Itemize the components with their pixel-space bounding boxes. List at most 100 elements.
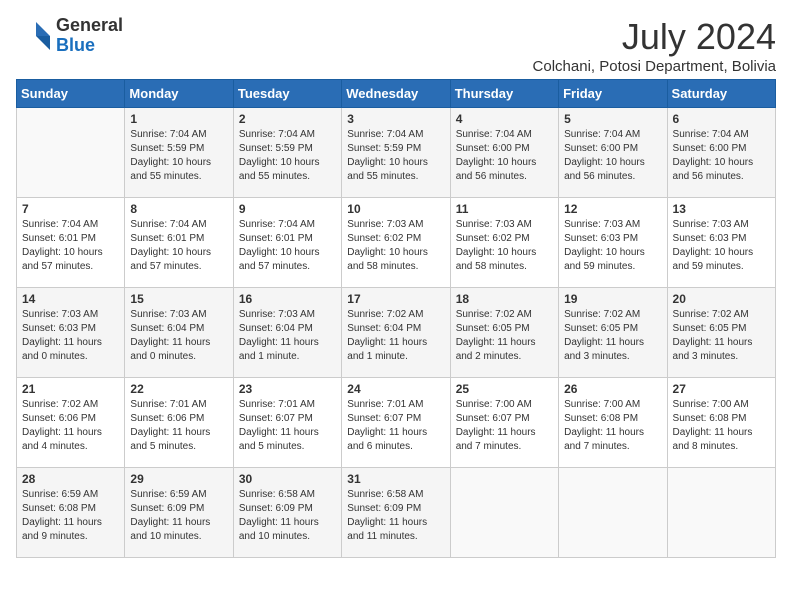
calendar-cell: 25Sunrise: 7:00 AMSunset: 6:07 PMDayligh… <box>450 378 558 468</box>
weekday-header-sunday: Sunday <box>17 80 125 108</box>
day-info: Sunrise: 7:04 AMSunset: 5:59 PMDaylight:… <box>239 128 336 184</box>
day-info: Sunrise: 7:04 AMSunset: 6:01 PMDaylight:… <box>239 218 336 274</box>
week-row-5: 28 Sunrise: 6:59 AMSunset: 6:08 PMDayligh… <box>17 468 776 558</box>
calendar-cell: 4 Sunrise: 7:04 AMSunset: 6:00 PMDaylight… <box>450 108 558 198</box>
calendar-cell <box>667 468 775 558</box>
day-number: 25 <box>456 382 553 396</box>
day-number: 12 <box>564 202 661 216</box>
weekday-header-saturday: Saturday <box>667 80 775 108</box>
day-info: Sunrise: 7:01 AMSunset: 6:07 PMDaylight:… <box>347 398 444 454</box>
logo-text: General Blue <box>56 16 123 56</box>
day-info: Sunrise: 7:03 AMSunset: 6:02 PMDaylight:… <box>347 218 444 274</box>
day-number: 29 <box>130 472 227 486</box>
day-info: Sunrise: 7:00 AMSunset: 6:08 PMDaylight:… <box>564 398 661 454</box>
calendar-cell <box>450 468 558 558</box>
day-info: Sunrise: 7:02 AMSunset: 6:05 PMDaylight:… <box>564 308 661 364</box>
page-header: General Blue July 2024 Colchani, Potosi … <box>16 16 776 75</box>
day-number: 5 <box>564 112 661 126</box>
day-number: 18 <box>456 292 553 306</box>
calendar-cell: 17 Sunrise: 7:02 AMSunset: 6:04 PMDayligh… <box>342 288 450 378</box>
day-info: Sunrise: 6:59 AMSunset: 6:09 PMDaylight:… <box>130 488 227 544</box>
day-number: 16 <box>239 292 336 306</box>
day-number: 11 <box>456 202 553 216</box>
day-info: Sunrise: 7:02 AMSunset: 6:04 PMDaylight:… <box>347 308 444 364</box>
week-row-4: 21 Sunrise: 7:02 AMSunset: 6:06 PMDayligh… <box>17 378 776 468</box>
calendar-cell: 21 Sunrise: 7:02 AMSunset: 6:06 PMDayligh… <box>17 378 125 468</box>
day-number: 30 <box>239 472 336 486</box>
logo-blue: Blue <box>56 36 123 56</box>
calendar-cell: 22Sunrise: 7:01 AMSunset: 6:06 PMDayligh… <box>125 378 233 468</box>
weekday-header-monday: Monday <box>125 80 233 108</box>
calendar-cell: 3 Sunrise: 7:04 AMSunset: 5:59 PMDaylight… <box>342 108 450 198</box>
day-number: 21 <box>22 382 119 396</box>
day-number: 2 <box>239 112 336 126</box>
day-number: 8 <box>130 202 227 216</box>
day-number: 6 <box>673 112 770 126</box>
day-info: Sunrise: 7:03 AMSunset: 6:03 PMDaylight:… <box>22 308 119 364</box>
calendar-cell: 26 Sunrise: 7:00 AMSunset: 6:08 PMDayligh… <box>559 378 667 468</box>
calendar-cell: 30 Sunrise: 6:58 AMSunset: 6:09 PMDayligh… <box>233 468 341 558</box>
day-info: Sunrise: 7:03 AMSunset: 6:04 PMDaylight:… <box>130 308 227 364</box>
week-row-1: 1Sunrise: 7:04 AMSunset: 5:59 PMDaylight… <box>17 108 776 198</box>
logo-icon <box>16 18 52 54</box>
title-area: July 2024 Colchani, Potosi Department, B… <box>533 16 776 75</box>
calendar-cell: 10 Sunrise: 7:03 AMSunset: 6:02 PMDayligh… <box>342 198 450 288</box>
calendar-cell: 7 Sunrise: 7:04 AMSunset: 6:01 PMDaylight… <box>17 198 125 288</box>
day-number: 26 <box>564 382 661 396</box>
day-info: Sunrise: 7:01 AMSunset: 6:06 PMDaylight:… <box>130 398 227 454</box>
weekday-header-tuesday: Tuesday <box>233 80 341 108</box>
calendar-cell: 11 Sunrise: 7:03 AMSunset: 6:02 PMDayligh… <box>450 198 558 288</box>
day-number: 19 <box>564 292 661 306</box>
day-info: Sunrise: 7:04 AMSunset: 6:01 PMDaylight:… <box>22 218 119 274</box>
day-number: 3 <box>347 112 444 126</box>
calendar-cell: 12 Sunrise: 7:03 AMSunset: 6:03 PMDayligh… <box>559 198 667 288</box>
day-info: Sunrise: 7:00 AMSunset: 6:08 PMDaylight:… <box>673 398 770 454</box>
day-number: 20 <box>673 292 770 306</box>
day-info: Sunrise: 7:04 AMSunset: 6:00 PMDaylight:… <box>564 128 661 184</box>
calendar-cell: 6 Sunrise: 7:04 AMSunset: 6:00 PMDaylight… <box>667 108 775 198</box>
day-info: Sunrise: 7:03 AMSunset: 6:03 PMDaylight:… <box>673 218 770 274</box>
weekday-header-thursday: Thursday <box>450 80 558 108</box>
weekday-header-friday: Friday <box>559 80 667 108</box>
calendar-table: SundayMondayTuesdayWednesdayThursdayFrid… <box>16 79 776 558</box>
day-number: 10 <box>347 202 444 216</box>
calendar-cell: 1Sunrise: 7:04 AMSunset: 5:59 PMDaylight… <box>125 108 233 198</box>
calendar-cell: 16 Sunrise: 7:03 AMSunset: 6:04 PMDayligh… <box>233 288 341 378</box>
week-row-2: 7 Sunrise: 7:04 AMSunset: 6:01 PMDaylight… <box>17 198 776 288</box>
day-number: 24 <box>347 382 444 396</box>
day-number: 28 <box>22 472 119 486</box>
calendar-cell: 13Sunrise: 7:03 AMSunset: 6:03 PMDayligh… <box>667 198 775 288</box>
day-number: 9 <box>239 202 336 216</box>
day-info: Sunrise: 6:58 AMSunset: 6:09 PMDaylight:… <box>239 488 336 544</box>
day-info: Sunrise: 7:04 AMSunset: 5:59 PMDaylight:… <box>347 128 444 184</box>
calendar-cell: 2 Sunrise: 7:04 AMSunset: 5:59 PMDaylight… <box>233 108 341 198</box>
day-number: 7 <box>22 202 119 216</box>
calendar-cell: 27 Sunrise: 7:00 AMSunset: 6:08 PMDayligh… <box>667 378 775 468</box>
calendar-cell: 8Sunrise: 7:04 AMSunset: 6:01 PMDaylight… <box>125 198 233 288</box>
logo-general: General <box>56 16 123 36</box>
calendar-cell: 28 Sunrise: 6:59 AMSunset: 6:08 PMDayligh… <box>17 468 125 558</box>
day-info: Sunrise: 6:59 AMSunset: 6:08 PMDaylight:… <box>22 488 119 544</box>
logo: General Blue <box>16 16 123 56</box>
day-info: Sunrise: 7:03 AMSunset: 6:04 PMDaylight:… <box>239 308 336 364</box>
day-info: Sunrise: 6:58 AMSunset: 6:09 PMDaylight:… <box>347 488 444 544</box>
weekday-header-wednesday: Wednesday <box>342 80 450 108</box>
day-number: 23 <box>239 382 336 396</box>
day-number: 4 <box>456 112 553 126</box>
calendar-cell: 20 Sunrise: 7:02 AMSunset: 6:05 PMDayligh… <box>667 288 775 378</box>
day-info: Sunrise: 7:02 AMSunset: 6:06 PMDaylight:… <box>22 398 119 454</box>
day-number: 27 <box>673 382 770 396</box>
weekday-header-row: SundayMondayTuesdayWednesdayThursdayFrid… <box>17 80 776 108</box>
day-info: Sunrise: 7:04 AMSunset: 6:00 PMDaylight:… <box>456 128 553 184</box>
calendar-cell: 29 Sunrise: 6:59 AMSunset: 6:09 PMDayligh… <box>125 468 233 558</box>
location-subtitle: Colchani, Potosi Department, Bolivia <box>533 58 776 75</box>
day-info: Sunrise: 7:04 AMSunset: 5:59 PMDaylight:… <box>130 128 227 184</box>
day-info: Sunrise: 7:03 AMSunset: 6:03 PMDaylight:… <box>564 218 661 274</box>
day-info: Sunrise: 7:03 AMSunset: 6:02 PMDaylight:… <box>456 218 553 274</box>
day-info: Sunrise: 7:04 AMSunset: 6:00 PMDaylight:… <box>673 128 770 184</box>
day-info: Sunrise: 7:02 AMSunset: 6:05 PMDaylight:… <box>673 308 770 364</box>
calendar-cell: 5 Sunrise: 7:04 AMSunset: 6:00 PMDaylight… <box>559 108 667 198</box>
calendar-cell: 18Sunrise: 7:02 AMSunset: 6:05 PMDayligh… <box>450 288 558 378</box>
day-number: 15 <box>130 292 227 306</box>
day-number: 17 <box>347 292 444 306</box>
